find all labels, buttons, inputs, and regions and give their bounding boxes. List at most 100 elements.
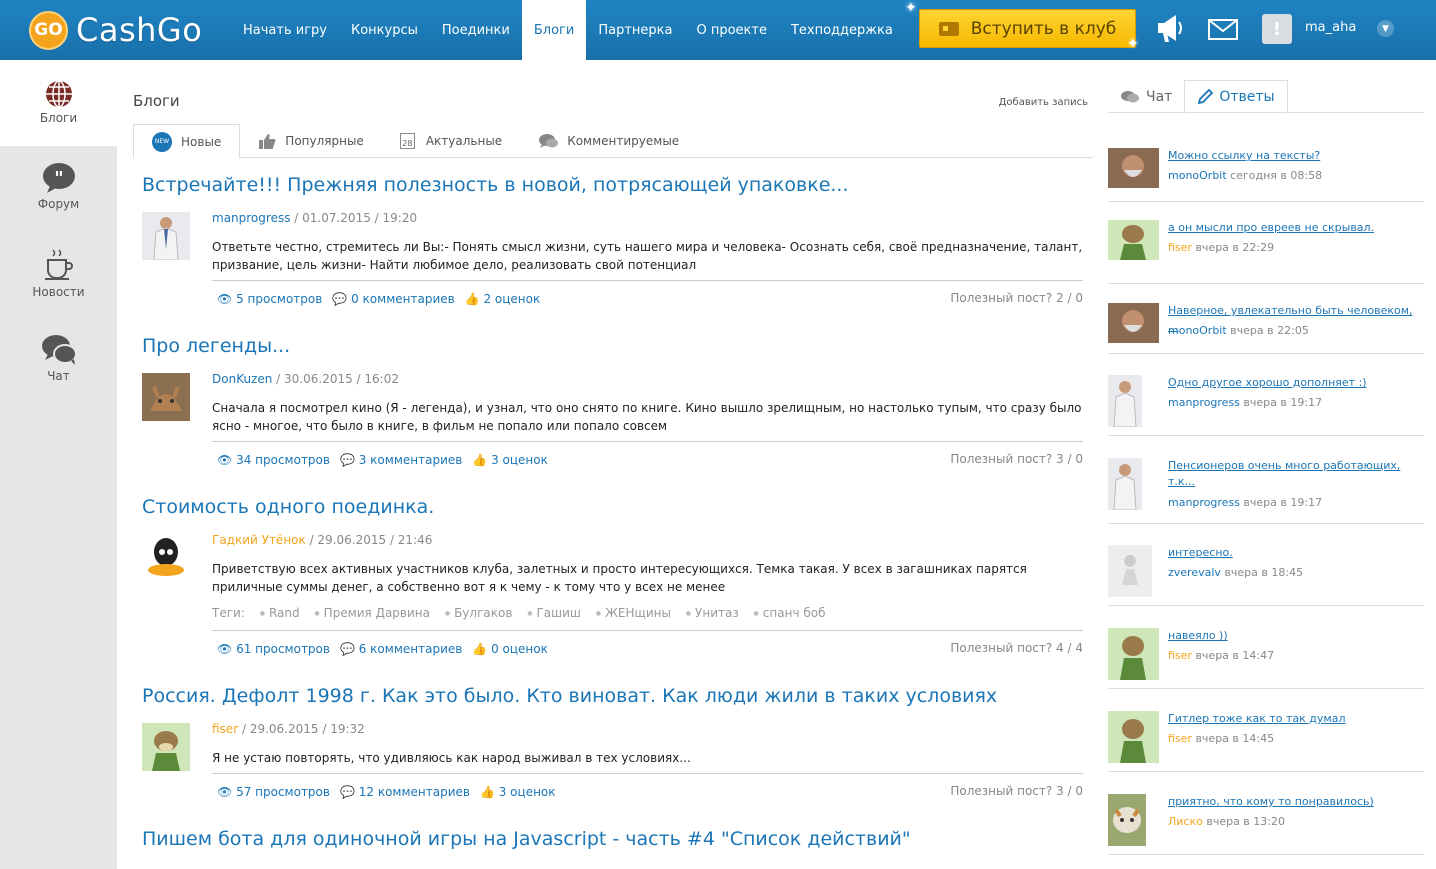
post-date: / 29.06.2015 / 21:46 [305, 533, 433, 547]
avatar[interactable] [1108, 148, 1159, 188]
answer-link[interactable]: интересно. [1168, 545, 1424, 561]
post-author[interactable]: manprogress [212, 211, 290, 225]
answer-user[interactable]: manprogress [1168, 396, 1240, 409]
avatar[interactable] [1108, 545, 1152, 597]
chevron-down-icon[interactable]: ▼ [1377, 20, 1394, 37]
post-title[interactable]: Россия. Дефолт 1998 г. Как это было. Кто… [142, 685, 1083, 707]
answer-user[interactable]: fiser [1168, 649, 1192, 662]
avatar[interactable] [1108, 628, 1159, 680]
post-author[interactable]: Гадкий Утёнок [212, 533, 306, 547]
nav-partner[interactable]: Партнерка [586, 0, 684, 60]
nav-support[interactable]: Техподдержка [779, 0, 905, 60]
page-title: Блоги [133, 92, 180, 110]
comments-stat[interactable]: 💬 3 комментариев [340, 453, 462, 467]
answer-meta: fiser вчера в 14:47 [1168, 649, 1274, 662]
nav-blogs[interactable]: Блоги [521, 0, 587, 60]
avatar[interactable] [1108, 375, 1142, 427]
answer-link[interactable]: Пенсионеров очень много работающих, т.к.… [1168, 458, 1424, 490]
post-title[interactable]: Пишем бота для одиночной игры на Javascr… [142, 828, 1083, 850]
avatar[interactable] [1108, 303, 1159, 343]
answer-meta: fiser вчера в 14:45 [1168, 732, 1274, 745]
post-excerpt: Ответьте честно, стремитесь ли Вы:- Поня… [212, 240, 1083, 272]
answer-link[interactable]: навеяло )) [1168, 628, 1424, 644]
tab-chat[interactable]: Чат [1108, 80, 1184, 113]
answer-user[interactable]: monoOrbit [1168, 324, 1227, 337]
tag[interactable]: спанч боб [754, 606, 826, 620]
tag[interactable]: Rand [260, 606, 300, 620]
answer-user[interactable]: zverevalv [1168, 566, 1221, 579]
chat-bubbles-icon [41, 335, 77, 365]
comments-stat[interactable]: 💬 6 комментариев [340, 642, 462, 656]
sparkle-icon: ✦ [905, 0, 917, 16]
nav-contests[interactable]: Конкурсы [339, 0, 430, 60]
avatar[interactable] [1108, 220, 1159, 260]
chat-bubbles-icon [1121, 90, 1139, 102]
tab-answers[interactable]: Ответы [1184, 80, 1288, 114]
views-count: 5 просмотров [236, 292, 323, 306]
avatar[interactable] [142, 212, 190, 260]
mail-icon[interactable] [1208, 19, 1238, 44]
tab-actual[interactable]: 28 Актуальные [382, 124, 520, 158]
answer-user[interactable]: Лиско [1168, 815, 1203, 828]
avatar[interactable] [142, 534, 190, 582]
megaphone-icon[interactable] [1155, 12, 1185, 48]
comments-stat[interactable]: 💬 12 комментариев [340, 785, 470, 799]
rail-item-forum[interactable]: " Форум [0, 162, 117, 211]
answer-link[interactable]: Одно другое хорошо дополняет :) [1168, 375, 1424, 391]
post-title[interactable]: Стоимость одного поединка. [142, 496, 1083, 518]
rail-item-chat[interactable]: Чат [0, 334, 117, 383]
rail-item-blogs[interactable]: Блоги [0, 60, 117, 146]
nav-duels[interactable]: Поединки [430, 0, 522, 60]
answer-link[interactable]: Гитлер тоже как то так думал [1168, 711, 1424, 727]
useful-vote[interactable]: Полезный пост? 2 / 0 [950, 291, 1083, 305]
avatar[interactable] [1108, 458, 1142, 510]
nav-about[interactable]: О проекте [684, 0, 779, 60]
avatar[interactable] [142, 373, 190, 421]
useful-vote[interactable]: Полезный пост? 4 / 4 [950, 641, 1083, 655]
nav-start-game[interactable]: Начать игру [231, 0, 339, 60]
tag[interactable]: Булгаков [445, 606, 513, 620]
post-title[interactable]: Про легенды... [142, 335, 1083, 357]
new-badge-icon: NEW [152, 131, 172, 152]
post-title[interactable]: Встречайте!!! Прежняя полезность в новой… [142, 174, 1083, 196]
answer-user[interactable]: manprogress [1168, 496, 1240, 509]
logo[interactable]: GO CashGo [29, 9, 202, 51]
post-author[interactable]: DonKuzen [212, 372, 272, 386]
answer-time: вчера в 19:17 [1239, 496, 1323, 509]
tab-new[interactable]: NEW Новые [133, 124, 241, 159]
useful-vote[interactable]: Полезный пост? 3 / 0 [950, 452, 1083, 466]
views-stat[interactable]: 👁 61 просмотров [217, 642, 330, 656]
answer-link[interactable]: а он мысли про евреев не скрывал. [1168, 220, 1424, 236]
tag[interactable]: ЖЕНщины [596, 606, 671, 620]
username[interactable]: ma_aha [1305, 20, 1356, 35]
views-stat[interactable]: 👁 57 просмотров [217, 785, 330, 799]
avatar[interactable] [1108, 794, 1146, 846]
add-post-link[interactable]: Добавить запись [999, 97, 1088, 108]
answer-user[interactable]: monoOrbit [1168, 169, 1227, 182]
tag[interactable]: Гашиш [527, 606, 581, 620]
answer-link[interactable]: приятно, что кому то понравилось) [1168, 794, 1424, 810]
views-stat[interactable]: 👁 5 просмотров [217, 292, 322, 306]
rail-item-news[interactable]: Новости [0, 248, 117, 299]
avatar[interactable] [1108, 711, 1159, 763]
tab-popular[interactable]: Популярные [240, 124, 382, 158]
tab-label: Ответы [1219, 89, 1275, 105]
useful-vote[interactable]: Полезный пост? 3 / 0 [950, 784, 1083, 798]
comments-stat[interactable]: 💬 0 комментариев [332, 292, 454, 306]
ratings-stat[interactable]: 👍 3 оценок [472, 453, 548, 467]
views-stat[interactable]: 👁 34 просмотров [217, 453, 330, 467]
tag[interactable]: Унитаз [686, 606, 739, 620]
join-club-button[interactable]: Вступить в клуб [919, 9, 1136, 48]
answer-user[interactable]: fiser [1168, 732, 1192, 745]
answer-link[interactable]: Можно ссылку на тексты? [1168, 148, 1424, 164]
tab-commented[interactable]: Комментируемые [520, 124, 697, 158]
user-avatar[interactable]: ! [1262, 14, 1292, 44]
ratings-stat[interactable]: 👍 2 оценок [465, 292, 541, 306]
pencil-icon [1198, 89, 1214, 105]
answer-user[interactable]: fiser [1168, 241, 1192, 254]
ratings-stat[interactable]: 👍 0 оценок [472, 642, 548, 656]
tag[interactable]: Премия Дарвина [314, 606, 430, 620]
post-author[interactable]: fiser [212, 722, 238, 736]
avatar[interactable] [142, 723, 190, 771]
ratings-stat[interactable]: 👍 3 оценок [480, 785, 556, 799]
